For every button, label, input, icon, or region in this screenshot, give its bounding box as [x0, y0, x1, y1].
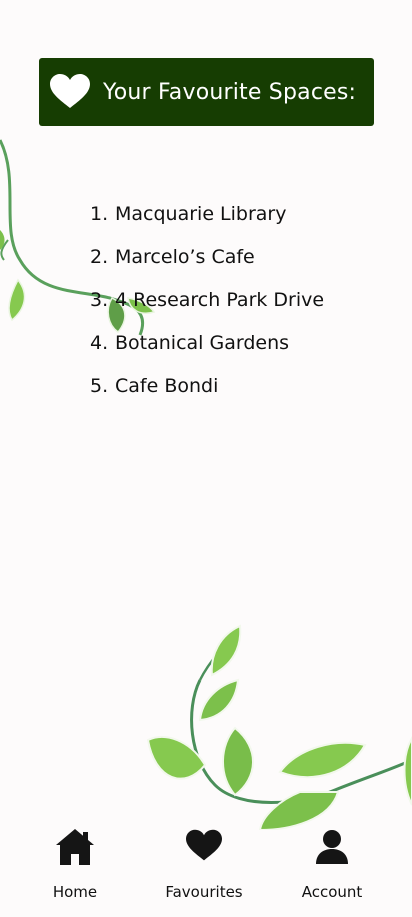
list-item-name: Botanical Gardens: [115, 332, 290, 354]
nav-item-home[interactable]: Home: [20, 822, 130, 912]
list-item[interactable]: 2. Marcelo’s Cafe: [90, 243, 324, 286]
heart-icon: [50, 74, 90, 108]
heart-icon: [186, 829, 222, 861]
person-icon: [316, 830, 348, 864]
list-item[interactable]: 5. Cafe Bondi: [90, 372, 324, 415]
list-item[interactable]: 3. 4 Research Park Drive: [90, 286, 324, 329]
list-item-number: 3.: [90, 289, 109, 311]
nav-label-home: Home: [52, 883, 98, 901]
page-title: Your Favourite Spaces:: [103, 79, 357, 105]
bottom-nav: Home Favourites Account: [0, 822, 412, 917]
nav-label-account: Account: [301, 883, 363, 901]
home-icon: [56, 829, 94, 865]
list-item-number: 1.: [90, 203, 109, 225]
nav-item-favourites[interactable]: Favourites: [149, 822, 259, 912]
list-item[interactable]: 4. Botanical Gardens: [90, 329, 324, 372]
list-item-name: Cafe Bondi: [115, 375, 219, 397]
list-item-name: 4 Research Park Drive: [115, 289, 325, 311]
list-item-number: 5.: [90, 375, 109, 397]
list-item-name: Macquarie Library: [115, 203, 287, 225]
list-item[interactable]: 1. Macquarie Library: [90, 200, 324, 243]
list-item-name: Marcelo’s Cafe: [115, 246, 255, 268]
nav-item-account[interactable]: Account: [277, 822, 387, 912]
list-item-number: 2.: [90, 246, 109, 268]
favourites-list: 1. Macquarie Library 2. Marcelo’s Cafe 3…: [90, 200, 324, 415]
vine-decoration-bottom: [146, 624, 412, 830]
list-item-number: 4.: [90, 332, 109, 354]
favourites-header-banner: Your Favourite Spaces:: [39, 58, 374, 126]
nav-label-favourites: Favourites: [165, 883, 243, 901]
